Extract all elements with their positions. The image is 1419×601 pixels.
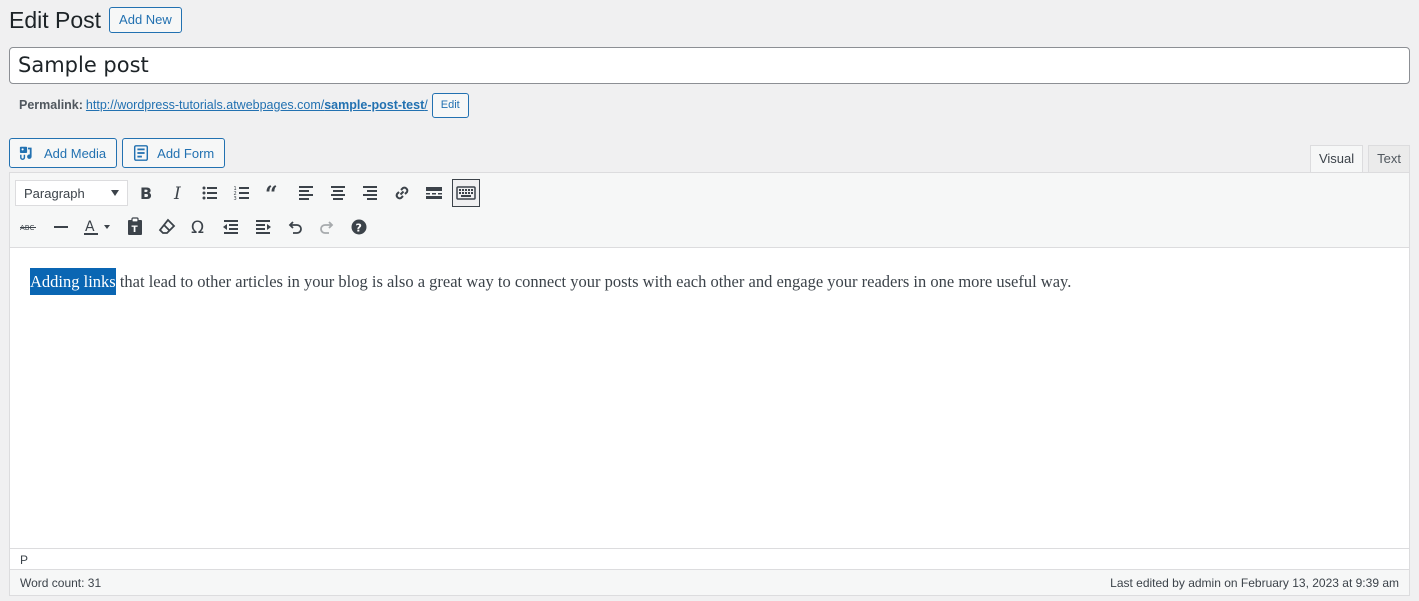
last-edited: Last edited by admin on February 13, 202… xyxy=(1110,575,1399,590)
permalink-link[interactable]: http://wordpress-tutorials.atwebpages.co… xyxy=(86,98,428,112)
add-new-button[interactable]: Add New xyxy=(109,7,182,33)
page-title: Edit Post xyxy=(9,7,102,33)
bulleted-list-icon[interactable] xyxy=(196,179,224,207)
align-center-icon[interactable] xyxy=(324,179,352,207)
editor: Paragraph B I 123 “ A T Ω ? Adding links… xyxy=(9,172,1410,596)
outdent-icon[interactable] xyxy=(217,213,245,241)
add-media-button[interactable]: Add Media xyxy=(9,138,118,168)
page-header: Edit Post Add New xyxy=(9,6,182,34)
undo-icon[interactable] xyxy=(281,213,309,241)
special-character-icon[interactable]: Ω xyxy=(185,213,213,241)
redo-icon[interactable] xyxy=(313,213,341,241)
permalink-url-slug: sample-post-test xyxy=(324,98,425,112)
tab-text[interactable]: Text xyxy=(1368,145,1410,173)
toolbar-toggle-icon[interactable] xyxy=(452,179,480,207)
svg-text:?: ? xyxy=(356,222,362,235)
element-path-bar: P xyxy=(10,548,1409,570)
align-left-icon[interactable] xyxy=(292,179,320,207)
svg-text:“: “ xyxy=(265,183,278,203)
add-form-label: Add Form xyxy=(157,145,215,161)
add-media-icon xyxy=(19,146,32,160)
paragraph-text: that lead to other articles in your blog… xyxy=(115,272,1072,291)
post-title-input[interactable]: Sample post xyxy=(9,47,1410,84)
form-icon xyxy=(134,145,149,161)
media-buttons: Add Media Add Form xyxy=(9,138,226,168)
format-select[interactable]: Paragraph xyxy=(15,180,128,206)
svg-text:T: T xyxy=(132,225,139,235)
svg-text:I: I xyxy=(173,184,181,203)
editor-status-bar: Word count: 31 Last edited by admin on F… xyxy=(10,569,1409,595)
toolbar-row-1: Paragraph B I 123 “ xyxy=(15,179,484,207)
editor-toolbar: Paragraph B I 123 “ A T Ω ? xyxy=(10,173,1409,248)
blockquote-icon[interactable]: “ xyxy=(260,179,288,207)
svg-text:B: B xyxy=(140,184,152,203)
selected-text: Adding links xyxy=(30,268,116,295)
clear-formatting-icon[interactable] xyxy=(153,213,181,241)
add-form-button[interactable]: Add Form xyxy=(122,138,226,168)
permalink-row: Permalink: http://wordpress-tutorials.at… xyxy=(19,92,469,118)
element-path[interactable]: P xyxy=(20,553,28,567)
italic-icon[interactable]: I xyxy=(164,179,192,207)
permalink-url-trailing: / xyxy=(424,98,428,112)
editor-tabs: Visual Text xyxy=(1309,145,1410,174)
svg-text:A: A xyxy=(85,219,95,235)
align-right-icon[interactable] xyxy=(356,179,384,207)
bold-icon[interactable]: B xyxy=(132,179,160,207)
horizontal-line-icon[interactable] xyxy=(47,213,75,241)
chevron-down-icon xyxy=(111,190,119,196)
permalink-url-base: http://wordpress-tutorials.atwebpages.co… xyxy=(85,98,325,112)
read-more-icon[interactable] xyxy=(420,179,448,207)
numbered-list-icon[interactable]: 123 xyxy=(228,179,256,207)
editor-content[interactable]: Adding links that lead to other articles… xyxy=(10,248,1409,548)
format-select-value: Paragraph xyxy=(24,185,85,201)
tab-visual[interactable]: Visual xyxy=(1309,145,1364,174)
add-media-label: Add Media xyxy=(44,145,107,161)
indent-icon[interactable] xyxy=(249,213,277,241)
svg-text:3: 3 xyxy=(234,196,237,202)
strikethrough-icon[interactable]: ABC xyxy=(15,213,43,241)
permalink-edit-button[interactable]: Edit xyxy=(431,92,469,118)
word-count: Word count: 31 xyxy=(20,575,102,590)
text-color-icon[interactable]: A xyxy=(79,213,117,241)
paste-as-text-icon[interactable]: T xyxy=(121,213,149,241)
help-icon[interactable]: ? xyxy=(345,213,373,241)
permalink-label: Permalink: xyxy=(19,98,83,112)
insert-link-icon[interactable] xyxy=(388,179,416,207)
svg-text:Ω: Ω xyxy=(191,218,204,237)
toolbar-row-2: ABC A T Ω xyxy=(15,213,377,241)
content-paragraph: Adding links that lead to other articles… xyxy=(30,268,1389,295)
